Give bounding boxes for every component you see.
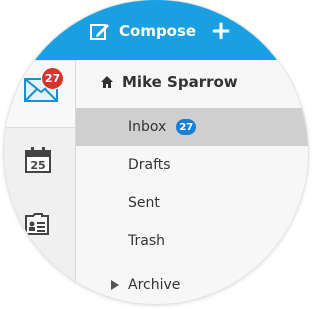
- account-header[interactable]: Mike Sparrow: [100, 73, 238, 91]
- account-name: Mike Sparrow: [122, 73, 238, 91]
- nav-item-drafts[interactable]: Drafts: [76, 146, 308, 184]
- nav-item-label: Archive: [128, 277, 181, 293]
- contacts-icon[interactable]: [24, 212, 50, 236]
- mail-unread-badge: 27: [41, 67, 64, 90]
- inbox-unread-badge: 27: [176, 119, 197, 135]
- home-icon: [101, 76, 113, 88]
- calendar-day: 25: [30, 159, 45, 172]
- plus-icon[interactable]: +: [210, 18, 232, 44]
- nav-item-archive[interactable]: Archive: [76, 266, 308, 304]
- compose-icon: [90, 24, 109, 40]
- app-viewport: Compose + 27 25 Mike Sparrow Inbox 27 Dr…: [4, 0, 308, 304]
- nav-item-label: Drafts: [128, 157, 171, 173]
- nav-item-label: Trash: [128, 233, 165, 249]
- nav-item-sent[interactable]: Sent: [76, 184, 308, 222]
- compose-button[interactable]: Compose +: [89, 14, 232, 48]
- caret-right-icon[interactable]: [111, 280, 119, 290]
- nav-item-inbox[interactable]: Inbox 27: [76, 108, 308, 146]
- nav-item-trash[interactable]: Trash: [76, 222, 308, 260]
- calendar-icon[interactable]: 25: [24, 146, 52, 174]
- nav-item-label: Inbox: [128, 119, 167, 135]
- nav-item-label: Sent: [128, 195, 160, 211]
- compose-label: Compose: [119, 22, 197, 40]
